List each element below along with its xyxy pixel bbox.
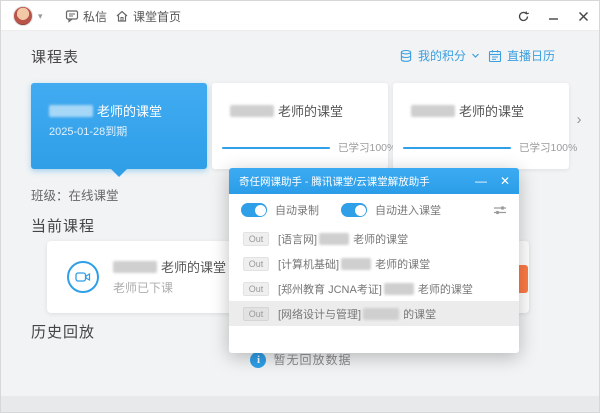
classroom-home-label: 课堂首页 — [133, 9, 182, 24]
assistant-modal: 奇任网课助手 - 腾讯课堂/云课堂解放助手 — ✕ 自动录制 自动进入课堂 Ou — [229, 168, 519, 353]
app-window: ▾ 私信 课堂首页 课程表 我的积分 直播日历 老师的课堂 2025-01-28… — [0, 0, 600, 413]
class-item-text: [网络设计与管理] 的课堂 — [278, 307, 437, 321]
current-course-status: 老师已下课 — [113, 281, 174, 295]
empty-playback-state: i 暂无回放数据 — [1, 351, 599, 368]
refresh-button[interactable] — [515, 8, 531, 24]
class-item-text: [郑州教育 JCNA考证] 老师的课堂 — [278, 282, 473, 296]
progress-bar — [222, 146, 330, 149]
modal-title: 奇任网课助手 - 腾讯课堂/云课堂解放助手 — [239, 175, 430, 188]
messages-label: 私信 — [83, 9, 108, 24]
points-coins-icon — [400, 49, 412, 62]
course-expiry-date: 2025-01-28到期 — [49, 126, 128, 138]
calendar-icon — [488, 49, 502, 62]
active-card-pointer — [111, 169, 127, 177]
message-icon — [65, 10, 79, 23]
info-icon: i — [250, 351, 267, 368]
auto-record-label: 自动录制 — [275, 205, 319, 217]
redacted-text — [230, 104, 274, 117]
auto-enter-label: 自动进入课堂 — [375, 205, 441, 217]
course-progress: 已学习100% — [403, 140, 577, 155]
home-icon — [116, 10, 128, 22]
modal-minimize-button[interactable]: — — [475, 174, 487, 188]
page-title: 课程表 — [31, 49, 80, 66]
redacted-text — [319, 232, 350, 245]
current-course-title: 老师的课堂 — [113, 257, 226, 276]
close-icon — [578, 11, 588, 21]
carousel-next-chevron-icon[interactable]: › — [571, 109, 587, 131]
messages-button[interactable]: 私信 — [65, 1, 107, 31]
out-button[interactable]: Out — [243, 281, 269, 296]
titlebar: ▾ 私信 课堂首页 — [1, 1, 599, 31]
empty-playback-text: 暂无回放数据 — [273, 353, 352, 367]
section-history-playback: 历史回放 — [31, 324, 96, 341]
progress-label: 已学习100% — [338, 142, 397, 154]
class-list-item: Out [语言网] 老师的课堂 — [229, 226, 519, 251]
class-list-item-highlighted: Out [网络设计与管理] 的课堂 — [229, 301, 519, 326]
redacted-text — [113, 260, 157, 273]
course-card[interactable]: 老师的课堂 已学习100% — [212, 83, 396, 169]
course-progress: 已学习100% — [222, 140, 396, 155]
redacted-text — [363, 307, 400, 320]
live-calendar-label: 直播日历 — [507, 49, 556, 63]
course-card-title: 老师的课堂 — [49, 101, 162, 120]
section-current-course: 当前课程 — [31, 218, 96, 235]
settings-sliders-icon[interactable] — [493, 203, 507, 221]
close-button[interactable] — [575, 8, 591, 24]
out-button[interactable]: Out — [243, 306, 269, 321]
auto-record-toggle[interactable] — [241, 203, 267, 217]
redacted-text — [383, 282, 414, 295]
refresh-icon — [518, 10, 529, 21]
progress-label: 已学习100% — [519, 142, 578, 154]
progress-bar — [403, 146, 511, 149]
out-button[interactable]: Out — [243, 231, 269, 246]
points-chevron-down-icon — [472, 53, 479, 58]
window-bottom-strip — [1, 396, 599, 412]
camera-icon — [67, 261, 99, 293]
minimize-button[interactable] — [545, 8, 561, 24]
class-item-text: [计算机基础] 老师的课堂 — [278, 257, 431, 271]
course-card-active[interactable]: 老师的课堂 2025-01-28到期 — [31, 83, 207, 169]
modal-toggle-row: 自动录制 自动进入课堂 — [229, 194, 519, 226]
course-card-title: 老师的课堂 — [411, 101, 524, 120]
modal-titlebar: 奇任网课助手 - 腾讯课堂/云课堂解放助手 — ✕ — [229, 168, 519, 194]
redacted-text — [411, 104, 455, 117]
classroom-home-button[interactable]: 课堂首页 — [115, 1, 181, 31]
my-points-button[interactable]: 我的积分 — [399, 47, 480, 64]
course-card[interactable]: 老师的课堂 已学习100% — [393, 83, 577, 169]
redacted-text — [341, 257, 372, 270]
avatar-chevron-down-icon[interactable]: ▾ — [38, 12, 46, 21]
live-calendar-button[interactable]: 直播日历 — [488, 47, 555, 64]
redacted-text — [49, 104, 93, 117]
class-list-item: Out [计算机基础] 老师的课堂 — [229, 251, 519, 276]
out-button[interactable]: Out — [243, 256, 269, 271]
modal-close-button[interactable]: ✕ — [499, 174, 511, 188]
class-item-text: [语言网] 老师的课堂 — [278, 232, 409, 246]
my-points-label: 我的积分 — [418, 49, 467, 63]
user-avatar[interactable] — [13, 6, 33, 26]
class-info-label: 班级：在线课堂 — [31, 189, 119, 203]
course-card-title: 老师的课堂 — [230, 101, 343, 120]
minimize-icon — [548, 17, 558, 20]
auto-enter-toggle[interactable] — [341, 203, 367, 217]
class-list-item: Out [郑州教育 JCNA考证] 老师的课堂 — [229, 276, 519, 301]
